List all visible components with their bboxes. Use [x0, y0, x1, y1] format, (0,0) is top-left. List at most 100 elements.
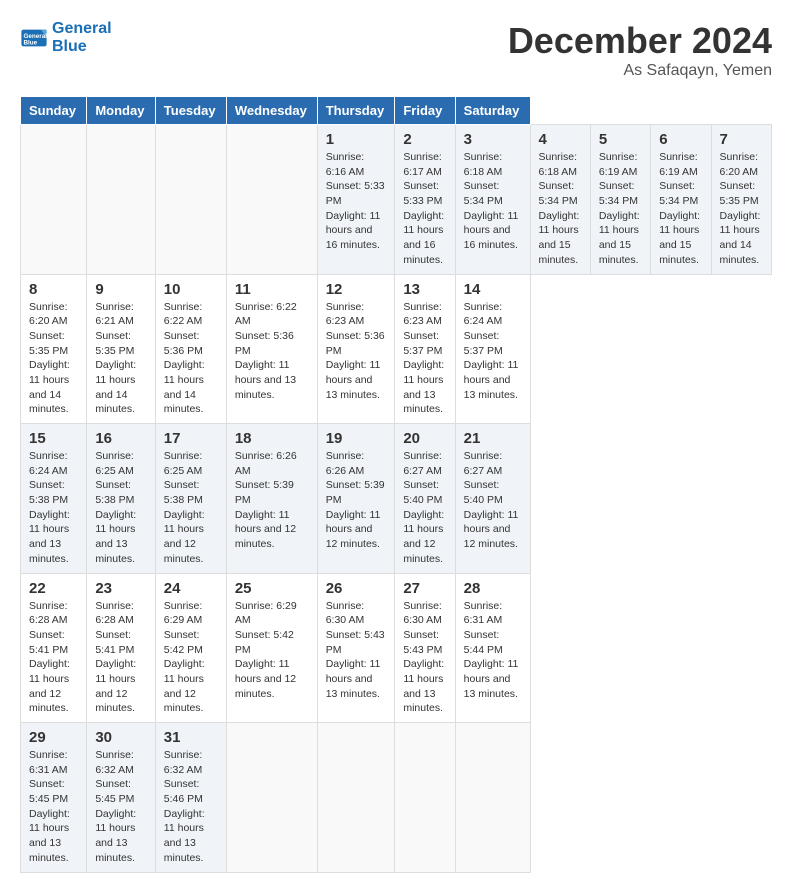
day-info: Sunrise: 6:31 AMSunset: 5:44 PMDaylight:…	[464, 600, 519, 700]
day-cell-26: 26 Sunrise: 6:30 AMSunset: 5:43 PMDaylig…	[317, 573, 395, 723]
day-number: 1	[326, 131, 387, 148]
day-number: 24	[164, 580, 218, 597]
title-block: December 2024 As Safaqayn, Yemen	[508, 20, 772, 80]
day-info: Sunrise: 6:27 AMSunset: 5:40 PMDaylight:…	[464, 450, 519, 550]
day-number: 27	[403, 580, 446, 597]
header-row: SundayMondayTuesdayWednesdayThursdayFrid…	[21, 97, 772, 125]
day-number: 15	[29, 430, 78, 447]
day-cell-11: 11 Sunrise: 6:22 AMSunset: 5:36 PMDaylig…	[226, 274, 317, 424]
empty-cell	[87, 125, 155, 275]
day-cell-27: 27 Sunrise: 6:30 AMSunset: 5:43 PMDaylig…	[395, 573, 455, 723]
day-number: 14	[464, 281, 522, 298]
day-number: 10	[164, 281, 218, 298]
svg-text:Blue: Blue	[24, 39, 38, 46]
day-number: 20	[403, 430, 446, 447]
calendar-table: SundayMondayTuesdayWednesdayThursdayFrid…	[20, 96, 772, 873]
day-cell-20: 20 Sunrise: 6:27 AMSunset: 5:40 PMDaylig…	[395, 424, 455, 574]
day-number: 22	[29, 580, 78, 597]
week-row-2: 8 Sunrise: 6:20 AMSunset: 5:35 PMDayligh…	[21, 274, 772, 424]
day-info: Sunrise: 6:28 AMSunset: 5:41 PMDaylight:…	[95, 600, 136, 715]
day-info: Sunrise: 6:23 AMSunset: 5:36 PMDaylight:…	[326, 301, 385, 401]
day-cell-28: 28 Sunrise: 6:31 AMSunset: 5:44 PMDaylig…	[455, 573, 530, 723]
day-info: Sunrise: 6:26 AMSunset: 5:39 PMDaylight:…	[235, 450, 297, 550]
day-number: 17	[164, 430, 218, 447]
day-cell-24: 24 Sunrise: 6:29 AMSunset: 5:42 PMDaylig…	[155, 573, 226, 723]
day-cell-29: 29 Sunrise: 6:31 AMSunset: 5:45 PMDaylig…	[21, 723, 87, 873]
day-info: Sunrise: 6:30 AMSunset: 5:43 PMDaylight:…	[403, 600, 444, 715]
day-number: 6	[659, 131, 702, 148]
col-header-sunday: Sunday	[21, 97, 87, 125]
month-title: December 2024	[508, 20, 772, 62]
day-cell-30: 30 Sunrise: 6:32 AMSunset: 5:45 PMDaylig…	[87, 723, 155, 873]
week-row-5: 29 Sunrise: 6:31 AMSunset: 5:45 PMDaylig…	[21, 723, 772, 873]
day-info: Sunrise: 6:32 AMSunset: 5:45 PMDaylight:…	[95, 749, 136, 864]
day-info: Sunrise: 6:31 AMSunset: 5:45 PMDaylight:…	[29, 749, 70, 864]
day-number: 12	[326, 281, 387, 298]
day-info: Sunrise: 6:20 AMSunset: 5:35 PMDaylight:…	[29, 301, 70, 416]
day-cell-7: 7 Sunrise: 6:20 AMSunset: 5:35 PMDayligh…	[711, 125, 771, 275]
day-info: Sunrise: 6:23 AMSunset: 5:37 PMDaylight:…	[403, 301, 444, 416]
day-number: 7	[720, 131, 763, 148]
day-info: Sunrise: 6:18 AMSunset: 5:34 PMDaylight:…	[464, 151, 519, 251]
day-cell-10: 10 Sunrise: 6:22 AMSunset: 5:36 PMDaylig…	[155, 274, 226, 424]
day-number: 26	[326, 580, 387, 597]
logo-general: General	[52, 20, 112, 38]
day-cell-1: 1 Sunrise: 6:16 AMSunset: 5:33 PMDayligh…	[317, 125, 395, 275]
day-number: 2	[403, 131, 446, 148]
day-info: Sunrise: 6:22 AMSunset: 5:36 PMDaylight:…	[164, 301, 205, 416]
day-cell-4: 4 Sunrise: 6:18 AMSunset: 5:34 PMDayligh…	[530, 125, 590, 275]
day-info: Sunrise: 6:16 AMSunset: 5:33 PMDaylight:…	[326, 151, 385, 251]
day-number: 9	[95, 281, 146, 298]
day-number: 8	[29, 281, 78, 298]
day-number: 30	[95, 729, 146, 746]
day-cell-22: 22 Sunrise: 6:28 AMSunset: 5:41 PMDaylig…	[21, 573, 87, 723]
day-info: Sunrise: 6:27 AMSunset: 5:40 PMDaylight:…	[403, 450, 444, 565]
day-cell-21: 21 Sunrise: 6:27 AMSunset: 5:40 PMDaylig…	[455, 424, 530, 574]
week-row-1: 1 Sunrise: 6:16 AMSunset: 5:33 PMDayligh…	[21, 125, 772, 275]
day-cell-8: 8 Sunrise: 6:20 AMSunset: 5:35 PMDayligh…	[21, 274, 87, 424]
day-cell-13: 13 Sunrise: 6:23 AMSunset: 5:37 PMDaylig…	[395, 274, 455, 424]
day-number: 18	[235, 430, 309, 447]
col-header-thursday: Thursday	[317, 97, 395, 125]
day-number: 13	[403, 281, 446, 298]
day-info: Sunrise: 6:30 AMSunset: 5:43 PMDaylight:…	[326, 600, 385, 700]
empty-cell	[395, 723, 455, 873]
day-cell-9: 9 Sunrise: 6:21 AMSunset: 5:35 PMDayligh…	[87, 274, 155, 424]
page-header: General Blue General Blue December 2024 …	[20, 20, 772, 80]
day-number: 3	[464, 131, 522, 148]
day-info: Sunrise: 6:32 AMSunset: 5:46 PMDaylight:…	[164, 749, 205, 864]
day-info: Sunrise: 6:22 AMSunset: 5:36 PMDaylight:…	[235, 301, 297, 401]
day-info: Sunrise: 6:28 AMSunset: 5:41 PMDaylight:…	[29, 600, 70, 715]
day-cell-23: 23 Sunrise: 6:28 AMSunset: 5:41 PMDaylig…	[87, 573, 155, 723]
day-number: 28	[464, 580, 522, 597]
day-info: Sunrise: 6:25 AMSunset: 5:38 PMDaylight:…	[164, 450, 205, 565]
empty-cell	[455, 723, 530, 873]
day-info: Sunrise: 6:29 AMSunset: 5:42 PMDaylight:…	[235, 600, 297, 700]
day-cell-18: 18 Sunrise: 6:26 AMSunset: 5:39 PMDaylig…	[226, 424, 317, 574]
day-cell-3: 3 Sunrise: 6:18 AMSunset: 5:34 PMDayligh…	[455, 125, 530, 275]
day-cell-12: 12 Sunrise: 6:23 AMSunset: 5:36 PMDaylig…	[317, 274, 395, 424]
day-info: Sunrise: 6:17 AMSunset: 5:33 PMDaylight:…	[403, 151, 444, 266]
empty-cell	[226, 125, 317, 275]
location: As Safaqayn, Yemen	[508, 62, 772, 80]
col-header-friday: Friday	[395, 97, 455, 125]
day-number: 11	[235, 281, 309, 298]
day-info: Sunrise: 6:26 AMSunset: 5:39 PMDaylight:…	[326, 450, 385, 550]
logo-icon: General Blue	[20, 24, 48, 52]
day-number: 29	[29, 729, 78, 746]
day-cell-5: 5 Sunrise: 6:19 AMSunset: 5:34 PMDayligh…	[590, 125, 650, 275]
day-info: Sunrise: 6:24 AMSunset: 5:37 PMDaylight:…	[464, 301, 519, 401]
col-header-wednesday: Wednesday	[226, 97, 317, 125]
empty-cell	[317, 723, 395, 873]
day-number: 16	[95, 430, 146, 447]
day-cell-2: 2 Sunrise: 6:17 AMSunset: 5:33 PMDayligh…	[395, 125, 455, 275]
day-info: Sunrise: 6:20 AMSunset: 5:35 PMDaylight:…	[720, 151, 761, 266]
day-cell-15: 15 Sunrise: 6:24 AMSunset: 5:38 PMDaylig…	[21, 424, 87, 574]
day-number: 25	[235, 580, 309, 597]
day-cell-19: 19 Sunrise: 6:26 AMSunset: 5:39 PMDaylig…	[317, 424, 395, 574]
day-number: 5	[599, 131, 642, 148]
col-header-tuesday: Tuesday	[155, 97, 226, 125]
week-row-4: 22 Sunrise: 6:28 AMSunset: 5:41 PMDaylig…	[21, 573, 772, 723]
day-info: Sunrise: 6:29 AMSunset: 5:42 PMDaylight:…	[164, 600, 205, 715]
day-cell-17: 17 Sunrise: 6:25 AMSunset: 5:38 PMDaylig…	[155, 424, 226, 574]
